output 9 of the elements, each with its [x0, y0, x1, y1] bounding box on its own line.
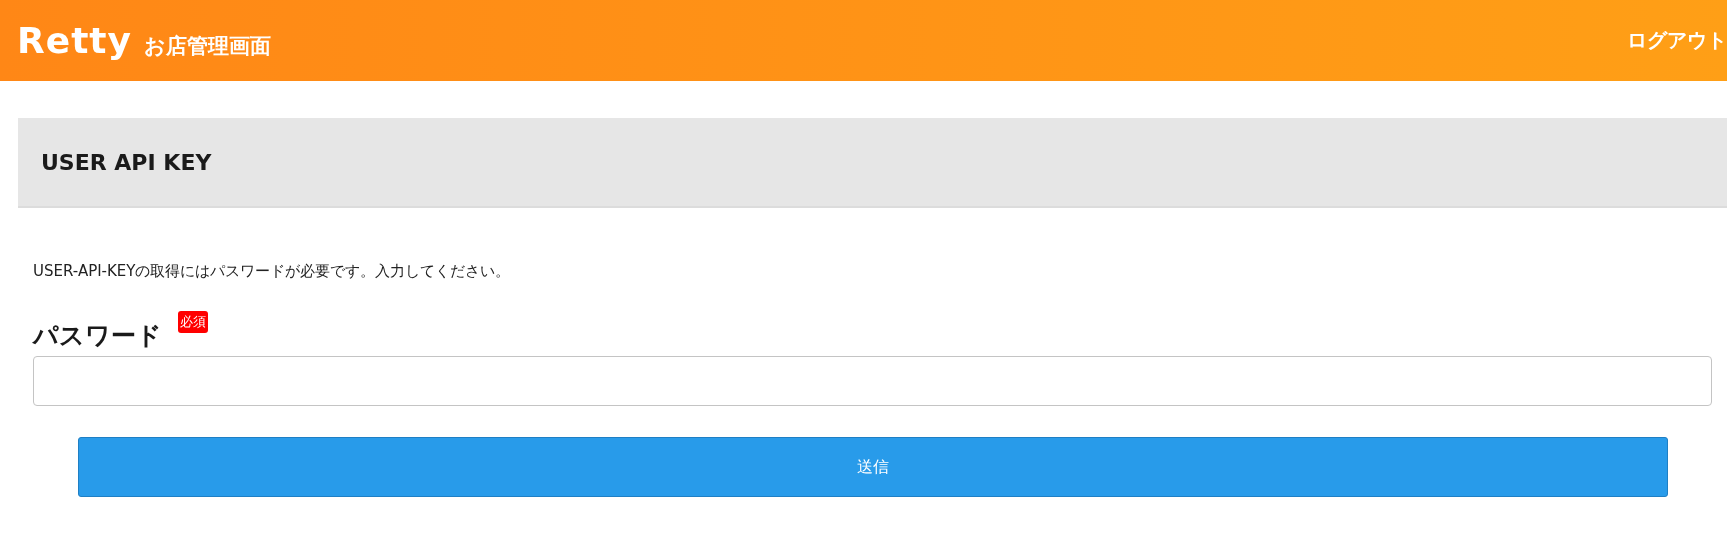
submit-button[interactable]: 送信	[78, 437, 1668, 497]
page-title: お店管理画面	[144, 33, 272, 60]
required-badge: 必須	[178, 311, 208, 333]
logout-link[interactable]: ログアウト	[1627, 27, 1727, 54]
logo: Retty	[17, 20, 133, 61]
section-title: USER API KEY	[41, 149, 212, 175]
password-field[interactable]	[33, 356, 1712, 406]
description-text: USER-API-KEYの取得にはパスワードが必要です。入力してください。	[33, 262, 512, 281]
field-label: パスワード	[33, 320, 162, 352]
